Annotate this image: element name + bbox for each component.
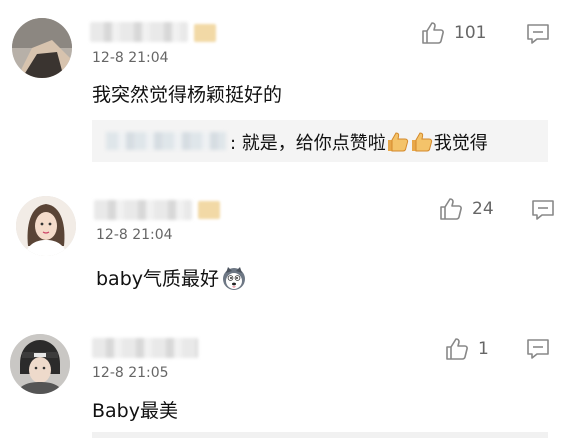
reply-preview[interactable]: : 就是，给你点赞啦 我觉得: [92, 120, 548, 162]
thumbs-up-icon: [422, 22, 444, 44]
comment-icon: [527, 24, 549, 44]
timestamp: 12-8 21:04: [96, 227, 173, 243]
reply-button[interactable]: [525, 22, 551, 46]
timestamp: 12-8 21:04: [92, 50, 169, 66]
comment-item: 12-8 21:05 1 Baby最美: [0, 310, 576, 438]
vip-badge: [194, 24, 216, 42]
reply-body: : 就是，给你点赞啦: [230, 133, 386, 154]
username-blurred[interactable]: [92, 338, 198, 358]
comment-text: 我突然觉得杨颖挺好的: [92, 84, 283, 106]
like-count: 101: [454, 23, 487, 43]
comment-icon: [532, 200, 554, 220]
vip-badge: [198, 201, 220, 219]
avatar[interactable]: [12, 18, 72, 78]
thumbs-up-icon: [446, 338, 468, 360]
reply-suffix: 我觉得: [433, 133, 488, 154]
comment-text: Baby最美: [92, 400, 178, 422]
comment-item: 12-8 21:04 101 我突然觉得杨颖挺好的 : 就是，给你点赞啦 我觉得: [0, 0, 576, 170]
avatar[interactable]: [16, 196, 76, 256]
comment-text-body: baby气质最好: [96, 268, 220, 290]
reply-username-blurred[interactable]: [106, 132, 226, 150]
like-count: 1: [478, 339, 489, 359]
timestamp: 12-8 21:05: [92, 365, 169, 381]
like-count: 24: [472, 199, 494, 219]
next-reply-preview-edge: [92, 432, 548, 438]
like-button[interactable]: 1: [444, 336, 489, 362]
thumbs-up-icon: [440, 198, 462, 220]
husky-face-icon: [223, 266, 246, 290]
avatar[interactable]: [10, 334, 70, 394]
reply-button[interactable]: [525, 337, 551, 361]
like-button[interactable]: 101: [420, 20, 486, 46]
thumbs-up-emoji-icon: [387, 132, 408, 152]
reply-text: : 就是，给你点赞啦 我觉得: [230, 129, 488, 155]
like-button[interactable]: 24: [438, 196, 494, 222]
comment-item: 12-8 21:04 24 baby气质最好: [0, 170, 576, 310]
comment-text: baby气质最好: [96, 264, 247, 291]
comment-icon: [527, 339, 549, 359]
reply-button[interactable]: [530, 198, 556, 222]
username-blurred[interactable]: [94, 200, 192, 220]
thumbs-up-emoji-icon: [411, 132, 432, 152]
username-blurred[interactable]: [90, 22, 188, 42]
